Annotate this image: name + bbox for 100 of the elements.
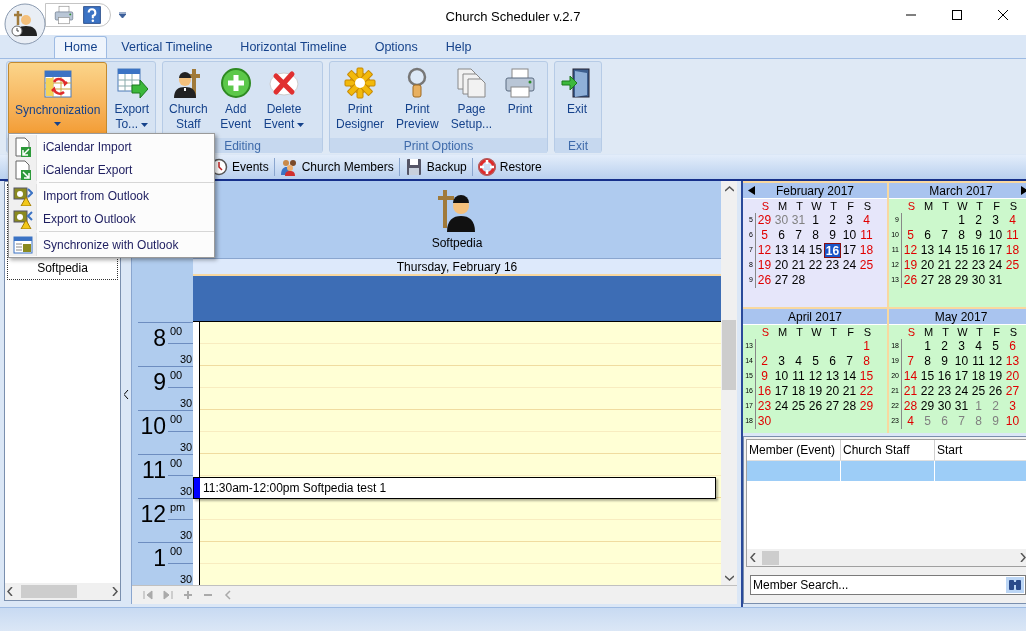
calendar-day[interactable]: 3 <box>953 339 970 354</box>
ribbon-button[interactable]: Add Event <box>214 62 257 138</box>
calendar-day[interactable]: 26 <box>987 384 1004 399</box>
horizontal-scrollbar[interactable] <box>5 583 120 600</box>
calendar-day[interactable]: 31 <box>953 399 970 414</box>
last-icon[interactable] <box>162 589 174 601</box>
calendar-day[interactable]: 17 <box>953 369 970 384</box>
vertical-scrollbar[interactable] <box>721 181 737 585</box>
calendar-day[interactable]: 7 <box>902 354 919 369</box>
calendar-day[interactable]: 1 <box>919 339 936 354</box>
calendar-day[interactable]: 10 <box>841 228 858 243</box>
calendar-day[interactable]: 1 <box>858 339 875 354</box>
calendar-day[interactable]: 19 <box>807 384 824 399</box>
binoculars-icon[interactable] <box>1006 577 1024 593</box>
appointment[interactable]: 11:30am-12:00pm Softpedia test 1 <box>193 477 716 499</box>
calendar-day[interactable]: 28 <box>936 273 953 288</box>
calendar-day[interactable]: 11 <box>858 228 875 243</box>
calendar-day[interactable]: 20 <box>1004 369 1021 384</box>
calendar-day[interactable]: 12 <box>807 369 824 384</box>
calendar-day[interactable]: 25 <box>1004 258 1021 273</box>
calendar-day[interactable]: 23 <box>756 399 773 414</box>
calendar-day[interactable]: 6 <box>824 354 841 369</box>
column-header[interactable]: Start <box>935 440 1026 460</box>
calendar-day[interactable]: 11 <box>1004 228 1021 243</box>
calendar-day[interactable]: 3 <box>1004 399 1021 414</box>
calendar-day[interactable]: 2 <box>756 354 773 369</box>
previous-month-icon[interactable] <box>748 186 755 195</box>
ribbon-button[interactable]: Delete Event <box>258 62 310 138</box>
calendar-day[interactable]: 7 <box>841 354 858 369</box>
printer-icon[interactable] <box>54 4 74 25</box>
scroll-right-icon[interactable] <box>112 587 118 596</box>
calendar-day[interactable]: 6 <box>773 228 790 243</box>
toolbar-button[interactable]: Church Members <box>277 158 396 176</box>
calendar-day[interactable]: 19 <box>902 258 919 273</box>
calendar-day[interactable]: 21 <box>841 384 858 399</box>
calendar-day[interactable]: 4 <box>902 414 919 429</box>
calendar-day[interactable]: 20 <box>773 258 790 273</box>
calendar-day[interactable]: 17 <box>841 243 858 258</box>
help-icon[interactable] <box>82 4 102 25</box>
ribbon-button[interactable]: Export To... <box>109 62 155 138</box>
calendar-day[interactable]: 24 <box>953 384 970 399</box>
calendar-day[interactable]: 24 <box>773 399 790 414</box>
calendar-day[interactable]: 10 <box>953 354 970 369</box>
calendar-day[interactable]: 22 <box>858 384 875 399</box>
calendar-day[interactable]: 9 <box>756 369 773 384</box>
calendar-day[interactable]: 4 <box>1004 213 1021 228</box>
ribbon-tab[interactable]: Help <box>431 36 486 58</box>
calendar-day[interactable]: 21 <box>790 258 807 273</box>
calendar-day[interactable]: 27 <box>919 273 936 288</box>
calendar-day[interactable]: 4 <box>790 354 807 369</box>
calendar-day[interactable]: 28 <box>902 399 919 414</box>
calendar-day[interactable]: 26 <box>807 399 824 414</box>
calendar-day[interactable]: 15 <box>919 369 936 384</box>
menu-item[interactable]: Export to Outlook <box>9 207 214 230</box>
calendar-day[interactable]: 1 <box>953 213 970 228</box>
calendar-day[interactable]: 19 <box>756 258 773 273</box>
calendar-day[interactable]: 8 <box>953 228 970 243</box>
calendar-day[interactable]: 25 <box>858 258 875 273</box>
calendar-day[interactable]: 17 <box>987 243 1004 258</box>
scroll-left-icon[interactable] <box>7 587 13 596</box>
calendar-day[interactable]: 6 <box>1004 339 1021 354</box>
scroll-right-icon[interactable] <box>1020 553 1026 562</box>
calendar-day[interactable]: 19 <box>987 369 1004 384</box>
menu-item[interactable]: iCalendar Export <box>9 158 214 181</box>
calendar-day[interactable]: 25 <box>790 399 807 414</box>
calendar-day[interactable]: 23 <box>936 384 953 399</box>
toolbar-button[interactable]: Backup <box>402 158 469 176</box>
calendar-day[interactable]: 12 <box>902 243 919 258</box>
plus-icon[interactable] <box>182 589 194 601</box>
calendar-day[interactable]: 5 <box>807 354 824 369</box>
calendar-day[interactable]: 8 <box>919 354 936 369</box>
calendar-day[interactable]: 18 <box>858 243 875 258</box>
calendar-day[interactable]: 2 <box>936 339 953 354</box>
calendar-day[interactable]: 9 <box>970 228 987 243</box>
calendar-day[interactable]: 20 <box>824 384 841 399</box>
calendar-day[interactable]: 28 <box>790 273 807 288</box>
calendar-day[interactable]: 14 <box>841 369 858 384</box>
calendar-day[interactable]: 9 <box>824 228 841 243</box>
back-icon[interactable] <box>222 589 234 601</box>
calendar-day[interactable]: 16 <box>756 384 773 399</box>
calendar-day[interactable]: 10 <box>773 369 790 384</box>
calendar-day[interactable]: 2 <box>970 213 987 228</box>
calendar-day[interactable]: 27 <box>824 399 841 414</box>
calendar-day[interactable]: 8 <box>858 354 875 369</box>
calendar-day[interactable]: 22 <box>953 258 970 273</box>
calendar-day[interactable]: 14 <box>902 369 919 384</box>
calendar-day[interactable]: 6 <box>919 228 936 243</box>
calendar-day[interactable]: 30 <box>970 273 987 288</box>
calendar-day[interactable]: 30 <box>756 414 773 429</box>
calendar-day[interactable]: 14 <box>790 243 807 258</box>
ribbon-button[interactable]: Print Preview <box>391 62 444 138</box>
calendar-day[interactable]: 7 <box>790 228 807 243</box>
calendar-day[interactable]: 21 <box>902 384 919 399</box>
calendar-day[interactable]: 26 <box>756 273 773 288</box>
scroll-left-icon[interactable] <box>750 553 756 562</box>
ribbon-button[interactable]: Page Setup... <box>445 62 498 138</box>
calendar-day[interactable]: 23 <box>824 258 841 273</box>
next-month-icon[interactable] <box>1021 186 1026 195</box>
menu-item[interactable]: Synchronize with Outlook <box>9 233 214 256</box>
ribbon-button[interactable]: Print Designer <box>331 62 390 138</box>
